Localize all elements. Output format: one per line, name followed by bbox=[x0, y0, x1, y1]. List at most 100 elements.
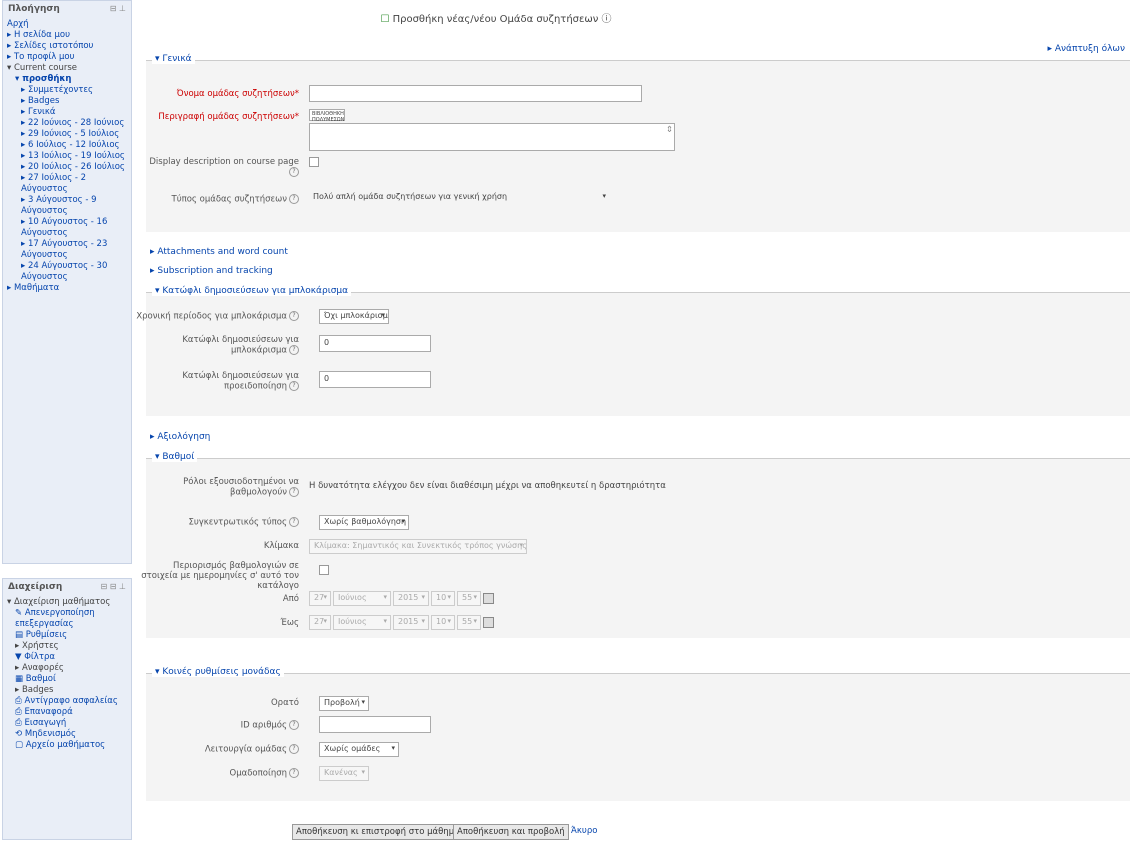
navigation-item[interactable]: ▸ Συμμετέχοντες bbox=[7, 85, 127, 96]
restrict-dates-checkbox[interactable] bbox=[319, 565, 329, 575]
restrict-dates-row: Περιορισμός βαθμολογιών σε στοιχεία με η… bbox=[141, 561, 1130, 591]
calendar-icon[interactable] bbox=[483, 617, 494, 628]
navigation-item[interactable]: ▾ Current course bbox=[7, 63, 127, 74]
help-icon[interactable]: ? bbox=[289, 345, 299, 355]
help-icon[interactable]: ? bbox=[289, 487, 299, 497]
group-mode-select[interactable]: Χωρίς ομάδες ▾ bbox=[319, 742, 399, 757]
save-and-display-button[interactable]: Αποθήκευση και προβολή bbox=[453, 824, 569, 840]
navigation-item[interactable]: ▸ 20 Ιούλιος - 26 Ιούλιος bbox=[7, 162, 127, 173]
visible-label: Ορατό bbox=[270, 698, 299, 708]
administration-item[interactable]: ▢ Αρχείο μαθήματος bbox=[7, 740, 127, 751]
visible-select[interactable]: Προβολή ▾ bbox=[319, 696, 369, 711]
main-content: ☐ Προσθήκη νέας/νέου Ομάδα συζητήσεων ⓘ … bbox=[136, 0, 1131, 843]
navigation-item[interactable]: ▸ 27 Ιούλιος - 2 Αύγουστος bbox=[7, 173, 127, 195]
help-icon[interactable]: ? bbox=[289, 167, 299, 177]
administration-item[interactable]: ▸ Αναφορές bbox=[7, 663, 127, 674]
administration-block-title: Διαχείριση bbox=[8, 582, 63, 592]
navigation-item[interactable]: ▸ Το προφίλ μου bbox=[7, 52, 127, 63]
help-icon[interactable]: ? bbox=[289, 311, 299, 321]
administration-item[interactable]: ▤ Ρυθμίσεις bbox=[7, 630, 127, 641]
calendar-icon[interactable] bbox=[483, 593, 494, 604]
help-icon[interactable]: ? bbox=[289, 194, 299, 204]
chevron-down-icon: ▾ bbox=[361, 698, 365, 706]
minute-select[interactable]: 55 ▾ bbox=[457, 591, 481, 606]
navigation-item[interactable]: ▸ 24 Αύγουστος - 30 Αύγουστος bbox=[7, 261, 127, 283]
select-value: 10 bbox=[436, 617, 447, 626]
common-settings-section-legend[interactable]: ▾ Κοινές ρυθμίσεις μονάδας bbox=[152, 667, 284, 677]
display-description-checkbox[interactable] bbox=[309, 157, 319, 167]
grouping-select[interactable]: Κανένας ▾ bbox=[319, 766, 369, 781]
scale-row: Κλίμακα Κλίμακα: Σημαντικός και Συνεκτικ… bbox=[146, 537, 1130, 559]
forum-name-input[interactable] bbox=[309, 85, 642, 102]
subscription-section-toggle[interactable]: ▸ Subscription and tracking bbox=[150, 266, 273, 276]
editor-toolbar[interactable]: ΒΙΒΛΙΟΘΗΚΗ ΠΟΛΥΜΕΣΩΝ bbox=[309, 109, 345, 123]
chevron-down-icon: ▾ bbox=[381, 311, 385, 319]
navigation-item[interactable]: ▸ Μαθήματα bbox=[7, 283, 127, 294]
administration-item[interactable]: ✎ Απενεργοποίηση επεξεργασίας bbox=[7, 608, 127, 630]
help-icon[interactable]: ? bbox=[289, 768, 299, 778]
minute-select[interactable]: 55 ▾ bbox=[457, 615, 481, 630]
administration-item[interactable]: ▦ Βαθμοί bbox=[7, 674, 127, 685]
administration-item[interactable]: ⎙ Εισαγωγή bbox=[7, 718, 127, 729]
help-icon[interactable]: ? bbox=[289, 744, 299, 754]
navigation-item[interactable]: Αρχή bbox=[7, 19, 127, 30]
administration-item[interactable]: ▸ Badges bbox=[7, 685, 127, 696]
day-select[interactable]: 27 ▾ bbox=[309, 615, 331, 630]
navigation-item[interactable]: ▸ 10 Αύγουστος - 16 Αύγουστος bbox=[7, 217, 127, 239]
day-select[interactable]: 27 ▾ bbox=[309, 591, 331, 606]
block-period-select[interactable]: Όχι μπλοκάρισμα ▾ bbox=[319, 309, 389, 324]
general-section: ▾ Γενικά Όνομα ομάδας συζητήσεων* Περιγρ… bbox=[146, 54, 1130, 232]
to-date-selector: 27 ▾ Ιούνιος ▾ 2015 ▾ 10 ▾ 55 ▾ bbox=[309, 615, 494, 630]
navigation-item[interactable]: ▸ 17 Αύγουστος - 23 Αύγουστος bbox=[7, 239, 127, 261]
block-controls-icon[interactable]: ⊟ ⊥ bbox=[110, 4, 126, 14]
navigation-item[interactable]: ▸ 13 Ιούλιος - 19 Ιούλιος bbox=[7, 151, 127, 162]
month-select[interactable]: Ιούνιος ▾ bbox=[333, 615, 391, 630]
blocking-section-legend[interactable]: ▾ Κατώφλι δημοσιεύσεων για μπλοκάρισμα bbox=[152, 286, 352, 296]
aggregate-type-select[interactable]: Χωρίς βαθμολόγηση ▾ bbox=[319, 515, 409, 530]
navigation-item[interactable]: ▸ Γενικά bbox=[7, 107, 127, 118]
save-and-return-button[interactable]: Αποθήκευση κι επιστροφή στο μάθημα bbox=[292, 824, 464, 840]
administration-item[interactable]: ▸ Χρήστες bbox=[7, 641, 127, 652]
administration-item[interactable]: ▼ Φίλτρα bbox=[7, 652, 127, 663]
block-threshold-input[interactable]: 0 bbox=[319, 335, 431, 352]
id-number-input[interactable] bbox=[319, 716, 431, 733]
administration-item[interactable]: ⎙ Αντίγραφο ασφαλείας bbox=[7, 696, 127, 707]
forum-description-textarea[interactable] bbox=[309, 123, 675, 151]
navigation-item[interactable]: ▾ προσθήκη bbox=[7, 74, 127, 85]
year-select[interactable]: 2015 ▾ bbox=[393, 615, 429, 630]
warn-threshold-input[interactable]: 0 bbox=[319, 371, 431, 388]
expand-all-link[interactable]: ▸ Ανάπτυξη όλων bbox=[1047, 44, 1125, 54]
administration-item[interactable]: ⟲ Μηδενισμός bbox=[7, 729, 127, 740]
chevron-down-icon: ▾ bbox=[447, 617, 451, 625]
navigation-item[interactable]: ▸ Σελίδες ιστοτόπου bbox=[7, 41, 127, 52]
to-date-label: Έως bbox=[280, 618, 299, 628]
navigation-item[interactable]: ▸ 3 Αύγουστος - 9 Αύγουστος bbox=[7, 195, 127, 217]
administration-item[interactable]: ▾ Διαχείριση μαθήματος bbox=[7, 597, 127, 608]
attachments-section-toggle[interactable]: ▸ Attachments and word count bbox=[150, 247, 288, 257]
navigation-item[interactable]: ▸ Η σελίδα μου bbox=[7, 30, 127, 41]
forum-type-select[interactable]: Πολύ απλή ομάδα συζητήσεων για γενική χρ… bbox=[309, 191, 609, 206]
help-icon[interactable]: ⓘ bbox=[598, 14, 612, 25]
help-icon[interactable]: ? bbox=[289, 720, 299, 730]
scale-select[interactable]: Κλίμακα: Σημαντικός και Συνεκτικός τρόπο… bbox=[309, 539, 527, 554]
grades-section-legend[interactable]: ▾ Βαθμοί bbox=[152, 452, 198, 462]
scroll-arrows-icon[interactable]: ⇕ bbox=[666, 125, 673, 135]
hour-select[interactable]: 10 ▾ bbox=[431, 615, 455, 630]
block-period-label: Χρονική περίοδος για μπλοκάρισμα? bbox=[136, 311, 299, 322]
cancel-button[interactable]: Άκυρο bbox=[568, 824, 600, 838]
navigation-item[interactable]: ▸ Badges bbox=[7, 96, 127, 107]
help-icon[interactable]: ? bbox=[289, 517, 299, 527]
navigation-item[interactable]: ▸ 29 Ιούνιος - 5 Ιούλιος bbox=[7, 129, 127, 140]
administration-block: Διαχείριση ⊟ ⊟ ⊥ ▾ Διαχείριση μαθήματος ✎… bbox=[2, 578, 132, 840]
navigation-block: Πλοήγηση ⊟ ⊥ Αρχή ▸ Η σελίδα μου ▸ Σελίδες… bbox=[2, 0, 132, 564]
administration-item[interactable]: ⎙ Επαναφορά bbox=[7, 707, 127, 718]
block-controls-icon[interactable]: ⊟ ⊟ ⊥ bbox=[101, 582, 126, 592]
navigation-item[interactable]: ▸ 22 Ιούνιος - 28 Ιούνιος bbox=[7, 118, 127, 129]
general-section-legend[interactable]: ▾ Γενικά bbox=[152, 54, 195, 64]
rating-section-toggle[interactable]: ▸ Αξιολόγηση bbox=[150, 432, 210, 442]
year-select[interactable]: 2015 ▾ bbox=[393, 591, 429, 606]
month-select[interactable]: Ιούνιος ▾ bbox=[333, 591, 391, 606]
hour-select[interactable]: 10 ▾ bbox=[431, 591, 455, 606]
help-icon[interactable]: ? bbox=[289, 381, 299, 391]
navigation-item[interactable]: ▸ 6 Ιούλιος - 12 Ιούλιος bbox=[7, 140, 127, 151]
